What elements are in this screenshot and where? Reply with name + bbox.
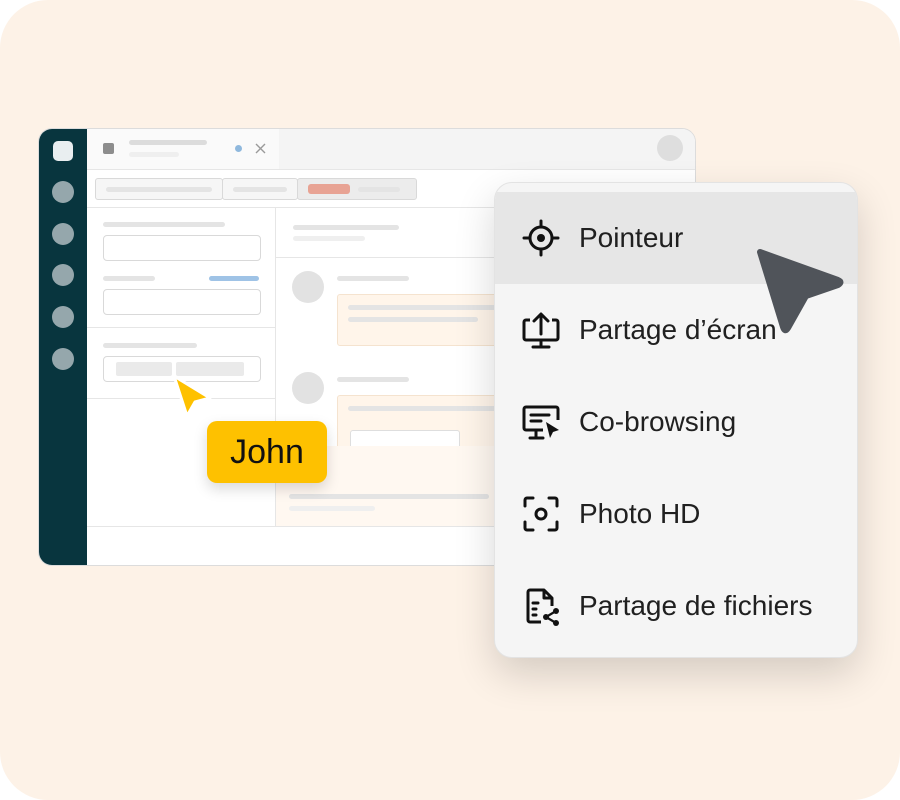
status-badge [308,184,350,194]
tab-title-placeholder [129,140,207,145]
toolbar-field[interactable] [95,178,223,200]
divider [87,169,695,170]
toolbar-field-selected[interactable] [297,178,417,200]
toolbar-field[interactable] [222,178,298,200]
form-label-placeholder [103,343,197,348]
composer-line-placeholder [289,494,489,499]
composer-line-placeholder [289,506,375,511]
input-chip [116,362,172,376]
avatar [292,372,324,404]
message-line-placeholder [348,317,478,322]
app-logo [53,141,73,161]
tab-subtitle-placeholder [129,152,179,157]
pointer-cursor-icon [757,249,844,334]
placeholder-bar [233,187,287,192]
divider [87,327,275,328]
placeholder-bar [106,187,212,192]
header-placeholder [293,236,365,241]
divider [87,526,517,527]
sidebar-nav-dot[interactable] [52,223,74,245]
menu-item-label: Pointeur [579,222,684,253]
screen-share-icon [522,312,560,349]
avatar [292,271,324,303]
form-input[interactable] [103,235,261,261]
app-sidebar [39,129,87,565]
sidebar-nav-dot[interactable] [52,306,74,328]
placeholder-bar [358,187,400,192]
form-label-placeholder [103,276,155,281]
menu-item-co-browsing[interactable]: Co-browsing [495,376,857,468]
tab-status-dot [235,145,242,152]
avatar[interactable] [657,135,683,161]
message-line-placeholder [348,406,498,411]
message-bubble [337,294,519,346]
menu-item-label: Co-browsing [579,406,737,437]
menu-item-label: Partage de fichiers [579,590,813,621]
photo-focus-icon [523,496,559,532]
co-browsing-icon [522,405,560,440]
form-link-placeholder[interactable] [209,276,259,281]
form-input[interactable] [103,289,261,315]
sidebar-nav-dot[interactable] [52,264,74,286]
message-line-placeholder [348,305,498,310]
active-tab[interactable] [87,129,279,169]
sidebar-nav-dot[interactable] [52,348,74,370]
file-share-icon [526,588,559,626]
sidebar-nav-dot[interactable] [52,181,74,203]
crosshair-icon [522,219,560,257]
form-label-placeholder [103,222,225,227]
message-author-placeholder [337,377,409,382]
menu-item-label: Photo HD [579,498,701,529]
cursor-name-badge: John [207,421,327,483]
header-placeholder [293,225,399,230]
tab-favicon-icon [103,143,114,154]
menu-item-partage-fichiers[interactable]: Partage de fichiers [495,560,857,652]
illustration-card: John Pointeur Partage d’écran Co-browsin… [0,0,900,800]
menu-item-photo-hd[interactable]: Photo HD [495,468,857,560]
cursor-arrow-icon [172,374,212,418]
close-icon[interactable] [255,143,266,154]
message-author-placeholder [337,276,409,281]
